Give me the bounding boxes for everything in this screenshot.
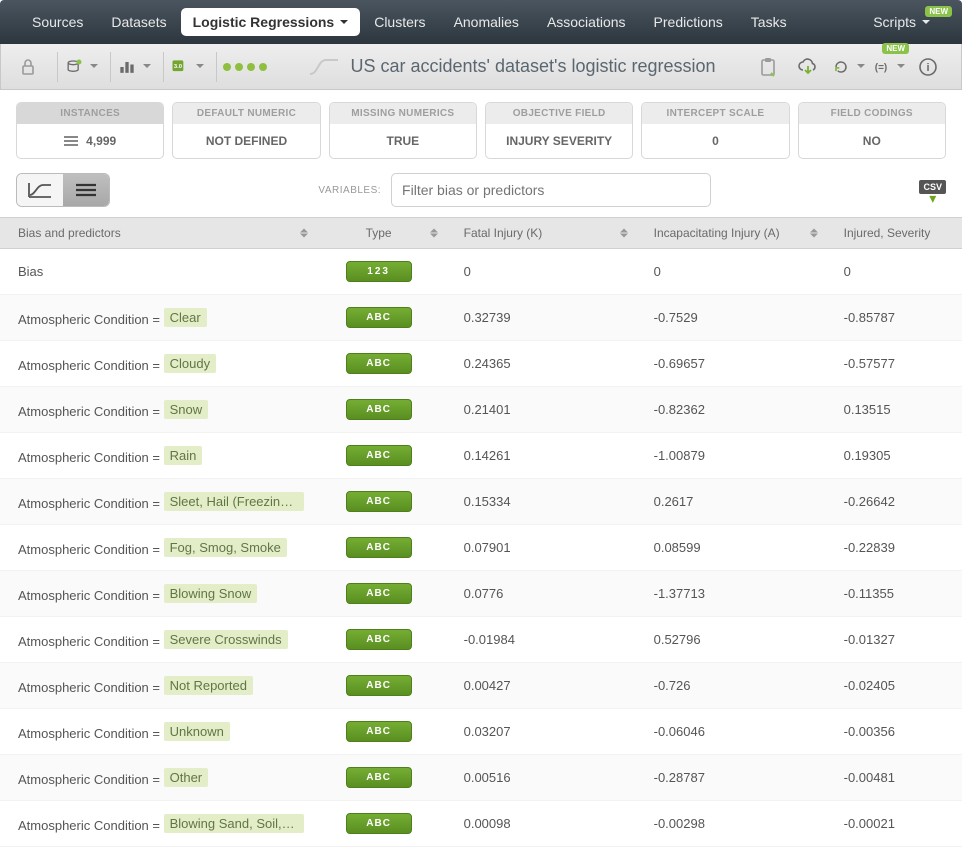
card-intercept-scale: INTERCEPT SCALE0 [641, 102, 789, 159]
type-badge: ABC [346, 445, 412, 466]
column-header[interactable]: Fatal Injury (K) [444, 218, 634, 249]
sort-icon [430, 225, 438, 242]
table-row: Atmospheric Condition = Not ReportedABC0… [0, 663, 962, 709]
category-chip: Not Reported [164, 676, 253, 695]
clipboard-icon[interactable] [751, 49, 785, 85]
category-chip: Snow [164, 400, 209, 419]
category-chip: Unknown [164, 722, 230, 741]
nav-item-tasks[interactable]: Tasks [737, 0, 801, 44]
card-default-numeric: DEFAULT NUMERICNOT DEFINED [172, 102, 320, 159]
type-badge: ABC [346, 353, 412, 374]
new-badge: NEW [882, 43, 909, 54]
info-icon[interactable]: i [911, 49, 945, 85]
category-chip: Other [164, 768, 209, 787]
api-icon[interactable]: (=) NEW [871, 49, 905, 85]
table-row: Atmospheric Condition = Blowing Sand, So… [0, 801, 962, 847]
type-badge: ABC [346, 583, 412, 604]
toolbar: 3.0 US car accidents' dataset's logistic… [0, 44, 962, 90]
column-header[interactable]: Type [314, 218, 444, 249]
view-toggle [16, 173, 110, 207]
sort-icon [810, 225, 818, 242]
svg-text:(=): (=) [875, 62, 888, 73]
type-badge: ABC [346, 629, 412, 650]
svg-text:i: i [926, 62, 929, 74]
category-chip: Rain [164, 446, 203, 465]
nav-item-clusters[interactable]: Clusters [360, 0, 439, 44]
filter-input[interactable] [391, 173, 711, 207]
type-badge: ABC [346, 491, 412, 512]
type-badge: ABC [346, 721, 412, 742]
nav-item-logistic-regressions[interactable]: Logistic Regressions [181, 8, 361, 36]
new-badge: NEW [925, 6, 952, 17]
type-badge: ABC [346, 675, 412, 696]
category-chip: Sleet, Hail (Freezing Ra… [164, 492, 304, 511]
nav-scripts[interactable]: Scripts NEW [859, 14, 944, 30]
card-field-codings: FIELD CODINGSNO [798, 102, 946, 159]
type-badge: ABC [346, 307, 412, 328]
sort-icon [620, 225, 628, 242]
column-header[interactable]: Injured, Severity [824, 218, 962, 249]
view-bar: VARIABLES: CSV▾ [0, 167, 962, 217]
privacy-icon[interactable] [11, 49, 45, 85]
table-row: Atmospheric Condition = UnknownABC0.0320… [0, 709, 962, 755]
table-row: Atmospheric Condition = RainABC0.14261-1… [0, 433, 962, 479]
category-chip: Severe Crosswinds [164, 630, 288, 649]
card-instances: INSTANCES4,999 [16, 102, 164, 159]
table-row: Atmospheric Condition = Severe Crosswind… [0, 617, 962, 663]
category-chip: Cloudy [164, 354, 216, 373]
table-row: Atmospheric Condition = ClearABC0.32739-… [0, 295, 962, 341]
table-row: Atmospheric Condition = SnowABC0.21401-0… [0, 387, 962, 433]
export-csv-button[interactable]: CSV▾ [919, 178, 946, 202]
category-chip: Blowing Snow [164, 584, 258, 603]
nav-item-associations[interactable]: Associations [533, 0, 640, 44]
card-missing-numerics: MISSING NUMERICSTRUE [329, 102, 477, 159]
nav-item-datasets[interactable]: Datasets [97, 0, 180, 44]
variables-label: VARIABLES: [318, 185, 381, 196]
top-nav: SourcesDatasetsLogistic RegressionsClust… [0, 0, 962, 44]
refresh-icon[interactable] [831, 49, 865, 85]
table-row: Atmospheric Condition = Fog, Smog, Smoke… [0, 525, 962, 571]
svg-text:3.0: 3.0 [174, 63, 182, 69]
table-row: Atmospheric Condition = CloudyABC0.24365… [0, 341, 962, 387]
table-row: Atmospheric Condition = Blowing SnowABC0… [0, 571, 962, 617]
card-objective-field: OBJECTIVE FIELDINJURY SEVERITY [485, 102, 633, 159]
cloud-download-icon[interactable] [791, 49, 825, 85]
sort-icon [300, 225, 308, 242]
chart-view-button[interactable] [17, 174, 63, 206]
nav-item-sources[interactable]: Sources [18, 0, 97, 44]
coefficients-table: Bias and predictorsTypeFatal Injury (K)I… [0, 217, 962, 847]
table-row: Atmospheric Condition = OtherABC0.00516-… [0, 755, 962, 801]
nav-item-anomalies[interactable]: Anomalies [440, 0, 533, 44]
lr-config-icon[interactable]: 3.0 [170, 49, 204, 85]
type-badge: ABC [346, 537, 412, 558]
type-badge: ABC [346, 813, 412, 834]
category-chip: Clear [164, 308, 207, 327]
info-cards: INSTANCES4,999DEFAULT NUMERICNOT DEFINED… [0, 90, 962, 167]
category-chip: Blowing Sand, Soil, Dirt [164, 814, 304, 833]
progress-dots-icon [223, 49, 267, 85]
histogram-icon[interactable] [117, 49, 151, 85]
column-header[interactable]: Incapacitating Injury (A) [634, 218, 824, 249]
column-header[interactable]: Bias and predictors [0, 218, 314, 249]
type-badge: ABC [346, 399, 412, 420]
dataset-icon[interactable] [64, 49, 98, 85]
table-row: Atmospheric Condition = Sleet, Hail (Fre… [0, 479, 962, 525]
resource-title: US car accidents' dataset's logistic reg… [273, 56, 751, 77]
table-row: Bias123000 [0, 249, 962, 295]
type-badge: 123 [346, 261, 412, 282]
type-badge: ABC [346, 767, 412, 788]
category-chip: Fog, Smog, Smoke [164, 538, 287, 557]
rows-icon [64, 136, 78, 146]
table-view-button[interactable] [63, 174, 109, 206]
nav-item-predictions[interactable]: Predictions [640, 0, 737, 44]
